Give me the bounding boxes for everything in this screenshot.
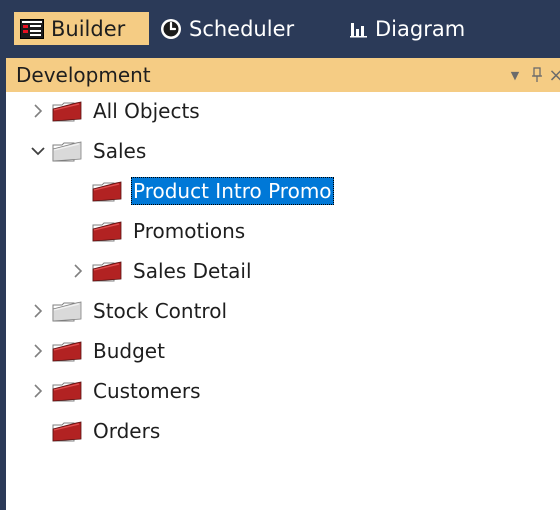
tree-item-customers[interactable]: Customers — [52, 374, 203, 408]
tree-item-label: All Objects — [93, 99, 200, 123]
tab-scheduler-label: Scheduler — [189, 16, 295, 41]
red-folder-icon — [52, 341, 82, 362]
gray-folder-icon — [52, 141, 82, 162]
development-panel-window: Builder Scheduler Diagram Development ▼ — [0, 0, 560, 510]
red-folder-icon — [52, 101, 82, 122]
red-folder-icon — [52, 421, 82, 442]
red-folder-icon — [92, 261, 122, 282]
red-folder-icon — [52, 381, 82, 402]
tree-item-label: Orders — [93, 419, 161, 443]
close-icon[interactable]: × — [545, 63, 560, 87]
tree-item-promotions[interactable]: Promotions — [92, 214, 247, 248]
tab-bar: Builder Scheduler Diagram — [6, 0, 560, 58]
tree-item-label: Product Intro Promo — [131, 177, 334, 205]
tree-item-product-intro-promo[interactable]: Product Intro Promo — [92, 174, 334, 208]
tab-builder[interactable]: Builder — [14, 12, 149, 45]
tree-item-sales[interactable]: Sales — [52, 134, 148, 168]
expand-chevron-icon[interactable] — [30, 374, 46, 408]
expand-chevron-icon[interactable] — [30, 334, 46, 368]
tree-item-orders[interactable]: Orders — [52, 414, 162, 448]
tab-builder-label: Builder — [51, 16, 126, 41]
tab-diagram[interactable]: Diagram — [346, 12, 496, 45]
tree-item-label: Budget — [93, 339, 165, 363]
collapse-chevron-icon[interactable] — [30, 134, 46, 168]
builder-icon — [20, 18, 44, 39]
tree-item-sales-detail[interactable]: Sales Detail — [92, 254, 254, 288]
tree-item-label: Stock Control — [93, 299, 228, 323]
tab-scheduler[interactable]: Scheduler — [152, 12, 312, 45]
panel-header: Development ▼ × — [6, 58, 560, 92]
bar-chart-icon — [350, 22, 367, 37]
clock-icon — [161, 18, 181, 39]
tree-item-budget[interactable]: Budget — [52, 334, 167, 368]
tree-item-label: Promotions — [133, 219, 246, 243]
tree-item-stock-control[interactable]: Stock Control — [52, 294, 229, 328]
expand-chevron-icon[interactable] — [70, 254, 86, 288]
expand-chevron-icon[interactable] — [30, 294, 46, 328]
tab-diagram-label: Diagram — [375, 16, 466, 41]
expand-chevron-icon[interactable] — [30, 94, 46, 128]
tree-item-all-objects[interactable]: All Objects — [52, 94, 202, 128]
tree-item-label: Customers — [93, 379, 201, 403]
tree-item-label: Sales Detail — [133, 259, 252, 283]
object-tree: All Objects Sales Product Intro Promo Pr… — [6, 92, 560, 510]
dropdown-arrow-icon[interactable]: ▼ — [504, 63, 526, 87]
red-folder-icon — [92, 181, 122, 202]
panel-title: Development — [16, 63, 151, 87]
red-folder-icon — [92, 221, 122, 242]
gray-folder-icon — [52, 301, 82, 322]
tree-item-label: Sales — [93, 139, 147, 163]
